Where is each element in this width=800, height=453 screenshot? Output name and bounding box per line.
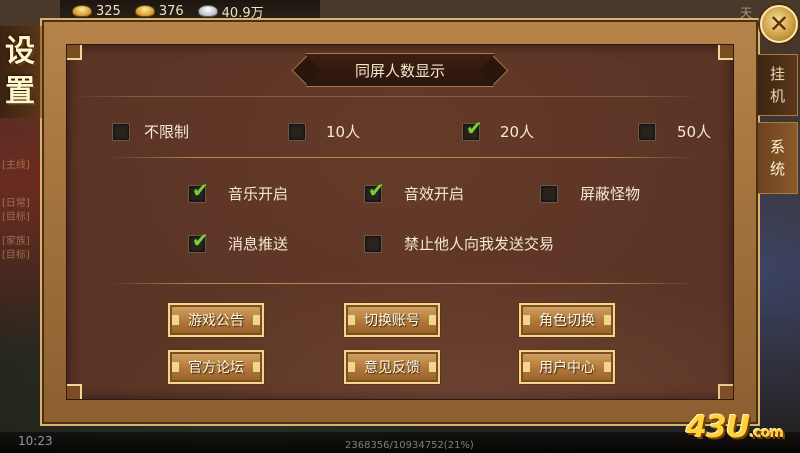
toggle-hide-monsters[interactable]: 屏蔽怪物 xyxy=(540,183,640,204)
toggle-sound-effects-label: 音效开启 xyxy=(404,185,465,203)
checkbox-checked[interactable]: ✔ xyxy=(462,118,483,141)
checkbox-checked[interactable]: ✔ xyxy=(364,180,385,203)
option-unlimited[interactable]: 不限制 xyxy=(112,121,189,142)
gold-currency: 325 xyxy=(72,4,121,19)
corner-ornament xyxy=(67,45,82,60)
checkbox[interactable] xyxy=(638,122,656,141)
corner-ornament xyxy=(718,45,733,60)
option-10[interactable]: 10人 xyxy=(288,121,360,142)
checkbox[interactable] xyxy=(112,122,130,141)
watermark-main: 43U xyxy=(686,410,750,445)
side-title-char-1: 设 xyxy=(5,34,35,69)
experience-readout: 2368356/10934752(21%) xyxy=(345,440,474,451)
switch-account-button[interactable]: 切换账号 xyxy=(343,302,441,338)
official-forum-button[interactable]: 官方论坛 xyxy=(167,349,265,385)
tab-auto-battle-char-1: 挂 xyxy=(769,65,785,83)
checkmark-icon: ✔ xyxy=(466,115,483,140)
gold-ingot-icon xyxy=(72,5,92,17)
tab-system[interactable]: 系 统 xyxy=(758,122,798,194)
quest-label-main: [主线] xyxy=(2,160,30,171)
corner-ornament xyxy=(67,384,82,399)
option-50[interactable]: 50人 xyxy=(638,121,711,142)
toggle-block-trade[interactable]: 禁止他人向我发送交易 xyxy=(364,233,554,254)
announcement-button[interactable]: 游戏公告 xyxy=(167,302,265,338)
quest-label-daily: [日常] xyxy=(2,198,30,209)
option-50-label: 50人 xyxy=(677,123,712,141)
user-center-button[interactable]: 用户中心 xyxy=(518,349,616,385)
option-unlimited-label: 不限制 xyxy=(144,123,190,141)
checkbox-checked[interactable]: ✔ xyxy=(188,180,209,203)
gold-amount-2: 376 xyxy=(158,3,184,19)
toggle-push-notifications[interactable]: ✔ 消息推送 xyxy=(188,230,289,254)
checkmark-icon: ✔ xyxy=(192,177,209,202)
checkbox[interactable] xyxy=(288,122,306,141)
close-button[interactable]: ✕ xyxy=(760,5,798,43)
quest-label-target-2: [目标] xyxy=(2,250,30,261)
settings-side-title: 设 置 xyxy=(0,26,42,118)
option-20-label: 20人 xyxy=(500,123,535,141)
section-divider xyxy=(106,283,696,284)
side-title-char-2: 置 xyxy=(5,74,35,109)
site-watermark-logo: 43U.com xyxy=(686,410,784,445)
option-20[interactable]: ✔ 20人 xyxy=(462,118,535,142)
toggle-hide-monsters-label: 屏蔽怪物 xyxy=(580,185,641,203)
gold-ingot-icon xyxy=(134,5,155,17)
watermark-suffix: .com xyxy=(749,425,784,441)
corner-ornament xyxy=(718,384,733,399)
gold-currency-2: 376 xyxy=(134,3,184,19)
checkbox-checked[interactable]: ✔ xyxy=(188,230,209,253)
toggle-block-trade-label: 禁止他人向我发送交易 xyxy=(404,235,555,253)
checkbox[interactable] xyxy=(364,234,382,253)
settings-panel-content xyxy=(66,44,734,400)
toggle-music-label: 音乐开启 xyxy=(228,185,289,203)
tab-system-char-2: 统 xyxy=(769,160,785,178)
checkmark-icon: ✔ xyxy=(368,177,385,202)
feedback-button[interactable]: 意见反馈 xyxy=(343,349,441,385)
option-10-label: 10人 xyxy=(326,123,361,141)
switch-role-button[interactable]: 角色切换 xyxy=(518,302,616,338)
tab-auto-battle-char-2: 机 xyxy=(769,87,785,105)
quest-label-target: [目标] xyxy=(2,212,30,223)
clock: 10:23 xyxy=(18,434,53,448)
silver-ingot-icon xyxy=(197,5,218,17)
toggle-push-notifications-label: 消息推送 xyxy=(228,235,289,253)
tab-system-char-1: 系 xyxy=(769,138,785,156)
toggle-music[interactable]: ✔ 音乐开启 xyxy=(188,180,289,204)
toggle-sound-effects[interactable]: ✔ 音效开启 xyxy=(364,180,465,204)
section-divider xyxy=(106,157,696,158)
checkbox[interactable] xyxy=(540,184,558,203)
close-icon: ✕ xyxy=(768,10,790,38)
checkmark-icon: ✔ xyxy=(192,227,209,252)
quest-label-family: [家族] xyxy=(2,236,30,247)
section-header-player-count: 同屏人数显示 xyxy=(306,53,494,87)
header-rule xyxy=(70,96,700,97)
tab-auto-battle[interactable]: 挂 机 xyxy=(758,54,798,116)
gold-amount: 325 xyxy=(96,3,121,19)
